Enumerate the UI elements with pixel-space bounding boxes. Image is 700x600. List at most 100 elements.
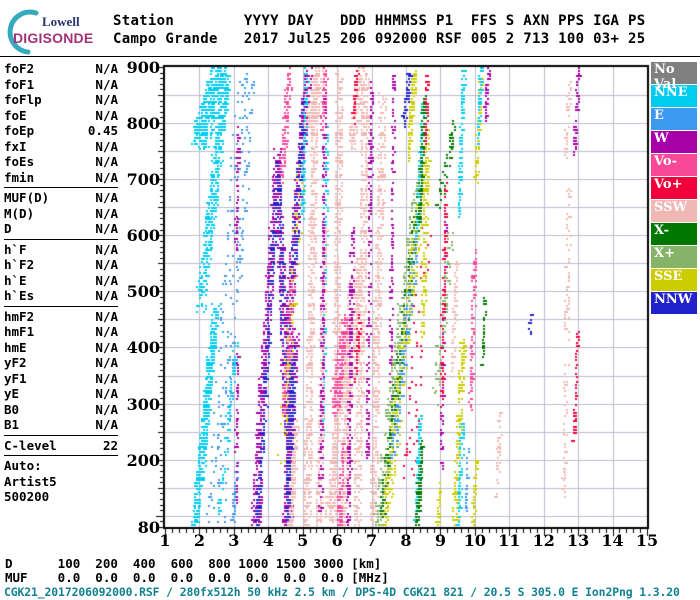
param-group-divider <box>4 187 118 188</box>
param-row-M(D): M(D) N/A <box>4 206 118 222</box>
param-value-yE: N/A <box>95 386 118 401</box>
param-value-C-level: 22 <box>102 437 118 453</box>
param-label-h`E: h`E <box>4 272 27 288</box>
legend-item-NoVal: No Val <box>651 62 697 92</box>
param-group-divider <box>4 434 118 436</box>
param-value-yF1: N/A <box>95 370 118 386</box>
param-footer-1: Artist5 <box>4 473 57 489</box>
x-tick-14: 14 <box>601 531 624 550</box>
x-tick-5: 5 <box>297 531 309 550</box>
x-tick-3: 3 <box>228 531 240 550</box>
param-row-foF2: foF2 N/A <box>4 61 118 77</box>
x-tick-10: 10 <box>463 531 486 550</box>
logo-digisonde-text: DIGISONDE <box>13 30 94 46</box>
param-label-B1: B1 <box>4 417 20 432</box>
param-value-foE: N/A <box>95 107 118 123</box>
param-value-hmE: N/A <box>95 339 118 355</box>
param-label-yE: yE <box>4 386 20 401</box>
param-value-h`E: N/A <box>95 272 118 288</box>
param-row-h`F2: h`F2 N/A <box>4 257 118 273</box>
param-value-D: N/A <box>95 221 118 236</box>
legend-item-X+: X+ <box>651 246 697 268</box>
x-tick-6: 6 <box>331 531 343 550</box>
param-row-yF1: yF1 N/A <box>4 371 118 387</box>
param-label-M(D): M(D) <box>4 205 35 221</box>
param-row-D: D N/A <box>4 221 118 237</box>
header-labels-row: Station YYYY DAY DDD HHMMSS P1 FFS S AXN… <box>113 13 646 29</box>
y-tick-700: 700 <box>126 170 160 190</box>
param-row-foEp: foEp 0.45 <box>4 123 118 139</box>
x-tick-9: 9 <box>434 531 446 550</box>
param-value-B1: N/A <box>95 417 118 432</box>
legend-item-Vo-: Vo- <box>651 154 697 176</box>
param-row-B0: B0 N/A <box>4 402 118 418</box>
header-values-row: Campo Grande 2017 Jul25 206 092000 RSF 0… <box>113 31 646 47</box>
param-label-hmF1: hmF1 <box>4 324 35 339</box>
d-distance-row: D 100 200 400 600 800 1000 1500 3000 [km… <box>5 556 382 571</box>
param-label-fxI: fxI <box>4 138 27 154</box>
param-row-foEs: foEs N/A <box>4 154 118 170</box>
param-value-h`Es: N/A <box>95 288 118 303</box>
param-value-foF2: N/A <box>95 61 118 76</box>
digisonde-ionogram-window: Lowell DIGISONDE Station YYYY DAY DDD HH… <box>0 0 700 600</box>
param-row-yF2: yF2 N/A <box>4 355 118 371</box>
legend-item-SSW: SSW <box>651 200 697 222</box>
param-group-divider <box>4 455 118 456</box>
legend-item-W: W <box>651 131 697 153</box>
x-tick-2: 2 <box>193 531 205 550</box>
param-label-yF1: yF1 <box>4 370 27 386</box>
param-row-hmF1: hmF1 N/A <box>4 324 118 340</box>
status-bar: CGK21_2017206092000.RSF / 280fx512h 50 k… <box>4 585 680 599</box>
param-row-h`Es: h`Es N/A <box>4 288 118 304</box>
param-label-hmE: hmE <box>4 339 27 355</box>
param-value-fmin: N/A <box>95 169 118 185</box>
ionogram-plot-canvas <box>130 55 670 555</box>
param-value-foEs: N/A <box>95 154 118 169</box>
param-label-foEp: foEp <box>4 123 35 138</box>
parameter-panel: foF2 N/A foF1 N/A foFlp N/A foE N/A foEp 0.45 fxI N… <box>4 61 118 505</box>
param-label-foF1: foF1 <box>4 76 35 92</box>
param-value-foFlp: N/A <box>95 92 118 107</box>
param-group-divider <box>4 238 118 240</box>
param-label-D: D <box>4 221 12 236</box>
param-label-h`F: h`F <box>4 241 27 257</box>
x-tick-15: 15 <box>635 531 659 550</box>
y-tick-600: 600 <box>126 226 160 246</box>
param-label-B0: B0 <box>4 401 20 417</box>
param-value-foF1: N/A <box>95 76 118 92</box>
param-value-hmF2: N/A <box>95 308 118 324</box>
x-tick-8: 8 <box>400 531 412 550</box>
param-value-hmF1: N/A <box>95 324 118 339</box>
param-row-foE: foE N/A <box>4 108 118 124</box>
param-label-MUF(D): MUF(D) <box>4 190 50 205</box>
param-row-hmE: hmE N/A <box>4 340 118 356</box>
param-label-hmF2: hmF2 <box>4 308 35 324</box>
param-label-foE: foE <box>4 107 27 123</box>
param-row-h`E: h`E N/A <box>4 273 118 289</box>
legend-item-Vo+: Vo+ <box>651 177 697 199</box>
param-value-foEp: 0.45 <box>87 123 118 138</box>
param-label-foF2: foF2 <box>4 61 35 76</box>
param-value-M(D): N/A <box>95 205 118 221</box>
logo-lowell-text: Lowell <box>42 14 80 29</box>
legend-item-NNE: NNE <box>651 85 697 107</box>
param-row-foFlp: foFlp N/A <box>4 92 118 108</box>
x-tick-12: 12 <box>532 531 555 550</box>
param-row-fmin: fmin N/A <box>4 170 118 186</box>
param-row-h`F: h`F N/A <box>4 242 118 258</box>
param-row-foF1: foF1 N/A <box>4 77 118 93</box>
y-tick-400: 400 <box>126 338 160 358</box>
y-tick-200: 200 <box>126 450 160 470</box>
x-tick-11: 11 <box>498 531 521 550</box>
param-value-B0: N/A <box>95 401 118 417</box>
param-label-fmin: fmin <box>4 169 35 185</box>
lowell-digisonde-logo: Lowell DIGISONDE <box>6 8 111 55</box>
param-row-MUF(D): MUF(D) N/A <box>4 190 118 206</box>
x-tick-13: 13 <box>567 531 590 550</box>
y-tick-500: 500 <box>126 282 160 302</box>
x-tick-4: 4 <box>262 531 274 550</box>
param-row-B1: B1 N/A <box>4 417 118 433</box>
legend-item-NNW: NNW <box>651 292 697 314</box>
param-label-foFlp: foFlp <box>4 92 42 107</box>
param-row-yE: yE N/A <box>4 386 118 402</box>
